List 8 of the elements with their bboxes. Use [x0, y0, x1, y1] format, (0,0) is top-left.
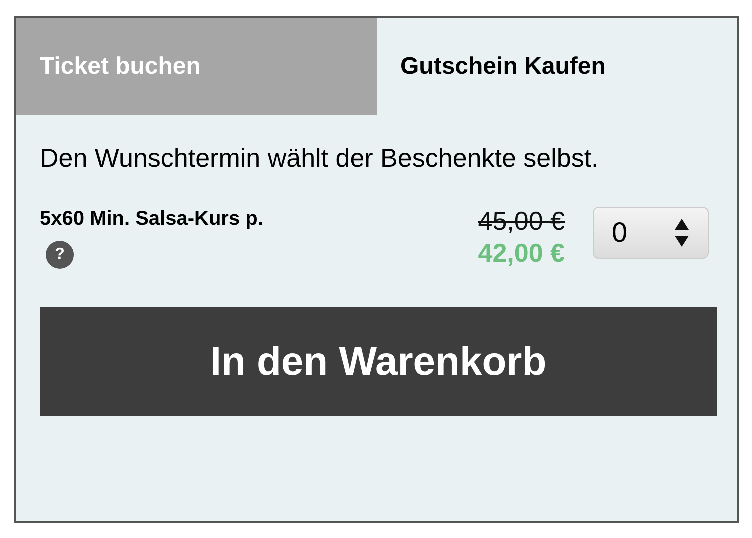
description: Den Wunschtermin wählt der Beschenkte selbst.	[40, 142, 600, 175]
old-price: 45,00 €	[478, 205, 565, 237]
spinner-arrows-icon	[674, 218, 690, 248]
help-icon[interactable]: ?	[46, 241, 74, 269]
product-name: 5x60 Min. Salsa-Kurs p.	[40, 207, 264, 232]
quantity-select[interactable]: 0	[593, 207, 709, 259]
sale-price: 42,00 €	[478, 237, 565, 269]
add-to-cart-button[interactable]: In den Warenkorb	[40, 307, 717, 416]
